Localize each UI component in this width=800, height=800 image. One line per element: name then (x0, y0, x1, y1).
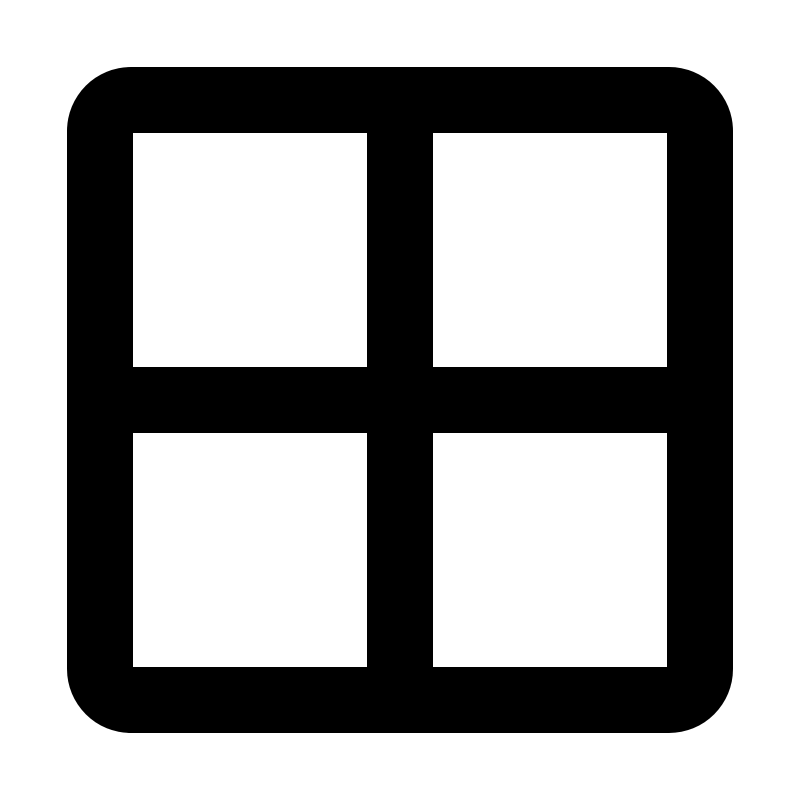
grid-icon (0, 0, 800, 800)
grid-cell-2-2 (433, 433, 667, 667)
grid-cell-1-1 (133, 133, 367, 367)
icon-canvas (0, 0, 800, 800)
grid-cell-1-2 (433, 133, 667, 367)
grid-cell-2-1 (133, 433, 367, 667)
